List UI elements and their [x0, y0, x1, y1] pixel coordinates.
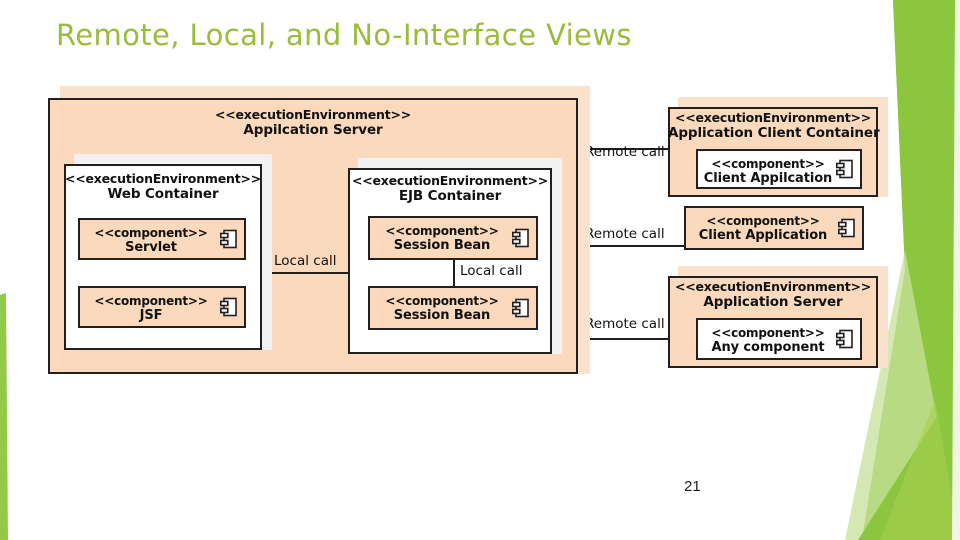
node-3d-top — [358, 158, 562, 168]
component-name: Any component — [711, 340, 825, 356]
component-name: Client Appilcation — [703, 171, 833, 187]
component-icon — [512, 298, 529, 318]
component-session-bean-2-text: <<component>> Session Bean — [374, 294, 510, 323]
component-icon — [220, 297, 237, 317]
component-client-application-standalone-text: <<component>> Client Application — [690, 214, 836, 243]
component-icon — [836, 159, 853, 179]
connector-remote-call-3-line — [580, 338, 672, 340]
node-application-server-right[interactable]: <<executionEnvironment>> Application Ser… — [668, 266, 888, 368]
component-stereotype: <<component>> — [385, 294, 499, 308]
component-icon — [836, 329, 853, 349]
component-session-bean-1-text: <<component>> Session Bean — [374, 224, 510, 253]
connector-local-call-2-label: Local call — [458, 263, 525, 279]
node-application-client-container[interactable]: <<executionEnvironment>> Application Cli… — [668, 97, 888, 197]
component-icon — [838, 218, 855, 238]
component-session-bean-2[interactable]: <<component>> Session Bean — [368, 286, 538, 330]
component-client-appilcation[interactable]: <<component>> Client Appilcation — [696, 149, 862, 189]
connector-remote-call-1-label: Remote call — [585, 144, 665, 160]
component-stereotype: <<component>> — [385, 224, 499, 238]
component-stereotype: <<component>> — [706, 214, 820, 228]
component-icon — [220, 229, 237, 249]
component-client-appilcation-text: <<component>> Client Appilcation — [702, 157, 834, 186]
component-session-bean-1[interactable]: <<component>> Session Bean — [368, 216, 538, 260]
component-any-component[interactable]: <<component>> Any component — [696, 318, 862, 360]
node-3d-top — [74, 154, 272, 164]
component-client-application-standalone[interactable]: <<component>> Client Application — [684, 206, 864, 250]
connector-remote-call-2-line — [580, 245, 685, 247]
component-any-component-text: <<component>> Any component — [702, 326, 834, 355]
page-number: 21 — [684, 478, 701, 495]
component-servlet-text: <<component>> Servlet — [84, 226, 218, 255]
uml-deployment-diagram: Remote call Remote call Remote call <<ex… — [0, 0, 960, 540]
connector-local-call-1-label: Local call — [274, 253, 337, 269]
component-jsf-text: <<component>> JSF — [84, 294, 218, 323]
component-name: Session Bean — [393, 238, 491, 254]
component-stereotype: <<component>> — [94, 294, 208, 308]
connector-local-call-1-line — [272, 272, 348, 274]
component-name: JSF — [139, 308, 163, 324]
component-stereotype: <<component>> — [94, 226, 208, 240]
component-servlet[interactable]: <<component>> Servlet — [78, 218, 246, 260]
component-name: Client Application — [698, 228, 828, 244]
node-ejb-container[interactable]: <<executionEnvironment>> EJB Container <… — [348, 158, 562, 354]
component-icon — [512, 228, 529, 248]
node-3d-top — [60, 86, 590, 98]
node-3d-side — [578, 98, 590, 374]
node-3d-top — [678, 266, 888, 276]
component-jsf[interactable]: <<component>> JSF — [78, 286, 246, 328]
component-name: Session Bean — [393, 308, 491, 324]
node-web-container[interactable]: <<executionEnvironment>> Web Container <… — [64, 154, 272, 350]
slide: Remote, Local, and No-Interface Views Re… — [0, 0, 960, 540]
connector-remote-call-2-label: Remote call — [585, 226, 665, 242]
component-stereotype: <<component>> — [711, 326, 825, 340]
connector-remote-call-3-label: Remote call — [585, 316, 665, 332]
component-name: Servlet — [125, 240, 177, 256]
node-3d-top — [678, 97, 888, 107]
component-stereotype: <<component>> — [711, 157, 825, 171]
